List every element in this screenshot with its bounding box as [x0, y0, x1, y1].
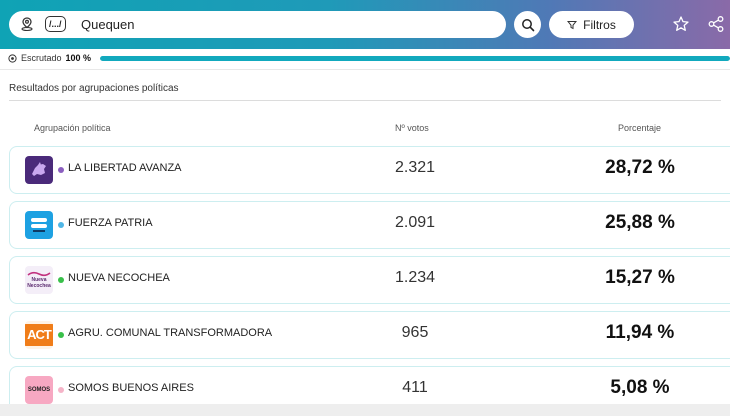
party-name: NUEVA NECOCHEA: [68, 272, 170, 284]
column-header-party: Agrupación política: [34, 123, 111, 133]
filters-button[interactable]: Filtros: [549, 11, 634, 38]
column-header-votes: Nº votos: [395, 123, 429, 133]
level-badge[interactable]: /.../: [45, 16, 66, 32]
search-button[interactable]: [514, 11, 541, 38]
vote-count: 2.091: [394, 214, 436, 231]
horizontal-scrollbar[interactable]: [0, 404, 730, 416]
result-row[interactable]: FUERZA PATRIA 2.091 25,88 %: [9, 201, 730, 249]
result-row[interactable]: LA LIBERTAD AVANZA 2.321 28,72 %: [9, 146, 730, 194]
party-color-dot: [58, 222, 64, 228]
share-icon[interactable]: [707, 15, 725, 33]
logo-text: Necochea: [27, 283, 51, 289]
lion-icon: [32, 162, 46, 176]
scrutiny-progress: Escrutado 100 %: [8, 50, 730, 66]
party-logo: Nueva Necochea: [25, 266, 53, 294]
divider: [0, 69, 730, 70]
vote-percentage: 28,72 %: [605, 157, 675, 178]
vote-count: 411: [402, 379, 428, 396]
flag-icon: [31, 218, 47, 232]
progress-bar-fill: [100, 56, 730, 61]
party-logo: [25, 211, 53, 239]
party-name: SOMOS BUENOS AIRES: [68, 382, 194, 394]
vote-percentage: 25,88 %: [605, 212, 675, 233]
party-color-dot: [58, 167, 64, 173]
party-name: FUERZA PATRIA: [68, 217, 153, 229]
search-box[interactable]: /.../ Quequen: [9, 11, 506, 38]
filter-icon: [567, 20, 578, 29]
progress-bar: [100, 56, 730, 61]
result-row[interactable]: Nueva Necochea NUEVA NECOCHEA 1.234 15,2…: [9, 256, 730, 304]
party-color-dot: [58, 277, 64, 283]
vote-count: 965: [401, 324, 429, 341]
logo-text: ACT: [25, 324, 53, 346]
vote-percentage: 11,94 %: [605, 322, 675, 343]
search-icon: [521, 18, 534, 31]
party-logo: SOMOS: [25, 376, 53, 404]
vote-percentage: 5,08 %: [610, 377, 670, 398]
party-logo: [25, 156, 53, 184]
vote-count: 1.234: [394, 269, 436, 286]
vote-count: 2.321: [394, 159, 436, 176]
filters-label: Filtros: [583, 17, 616, 32]
scrutiny-label: Escrutado 100 %: [8, 53, 91, 63]
vote-percentage: 15,27 %: [605, 267, 675, 288]
search-input[interactable]: Quequen: [81, 16, 135, 33]
location-pin-icon: [21, 17, 33, 32]
party-name: LA LIBERTAD AVANZA: [68, 162, 182, 174]
party-logo: ACT: [25, 321, 53, 349]
top-bar: /.../ Quequen Filtros: [0, 0, 730, 49]
target-icon: [8, 53, 17, 63]
logo-text: SOMOS: [27, 387, 51, 393]
party-color-dot: [58, 387, 64, 393]
section-title: Resultados por agrupaciones políticas: [9, 83, 179, 94]
section-divider: [9, 100, 721, 101]
result-row[interactable]: ACT AGRU. COMUNAL TRANSFORMADORA 965 11,…: [9, 311, 730, 359]
party-name: AGRU. COMUNAL TRANSFORMADORA: [68, 327, 273, 339]
scrutiny-value: 100 %: [65, 53, 92, 63]
star-icon[interactable]: [672, 15, 690, 33]
scrutiny-text: Escrutado: [21, 53, 62, 63]
column-header-percentage: Porcentaje: [618, 123, 662, 133]
party-color-dot: [58, 332, 64, 338]
